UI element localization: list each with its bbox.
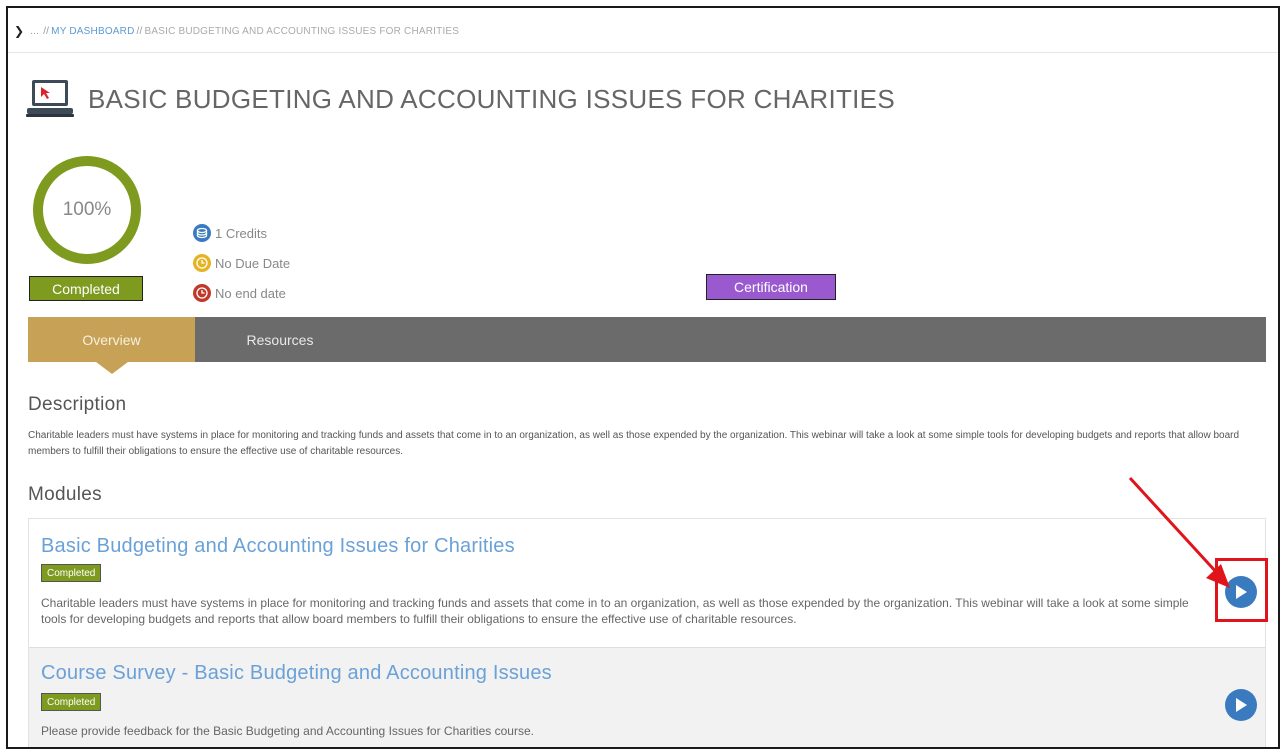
modules-heading: Modules <box>28 484 102 505</box>
breadcrumb-divider <box>8 52 1278 53</box>
laptop-icon <box>26 78 74 120</box>
course-header: BASIC BUDGETING AND ACCOUNTING ISSUES FO… <box>26 78 895 120</box>
coins-icon <box>193 224 211 242</box>
annotation-highlight-box <box>1215 558 1268 622</box>
clock-icon <box>193 284 211 302</box>
breadcrumb-ellipsis[interactable]: ... <box>30 26 39 37</box>
tab-resources[interactable]: Resources <box>195 317 365 362</box>
chevron-right-icon[interactable]: ❯ <box>14 24 24 38</box>
breadcrumb-current: BASIC BUDGETING AND ACCOUNTING ISSUES FO… <box>144 25 460 37</box>
module-status-badge: Completed <box>41 564 102 582</box>
module-status-badge: Completed <box>41 693 102 711</box>
module-title-link[interactable]: Course Survey - Basic Budgeting and Acco… <box>41 662 552 685</box>
module-description: Please provide feedback for the Basic Bu… <box>41 724 534 738</box>
play-icon[interactable] <box>1225 689 1257 721</box>
credits-info: 1 Credits <box>193 224 267 242</box>
breadcrumb-separator: // <box>136 25 143 37</box>
tab-bar: Overview Resources <box>28 317 1266 374</box>
description-heading: Description <box>28 394 127 415</box>
module-description: Charitable leaders must have systems in … <box>41 596 1189 626</box>
breadcrumb: ❯ ... // MY DASHBOARD // BASIC BUDGETING… <box>14 22 459 40</box>
list-item: Basic Budgeting and Accounting Issues fo… <box>29 519 1265 648</box>
tab-overview[interactable]: Overview <box>28 317 195 374</box>
list-item: Course Survey - Basic Budgeting and Acco… <box>29 648 1265 747</box>
progress-ring: 100% <box>33 156 141 264</box>
course-status-badge: Completed <box>29 276 143 301</box>
breadcrumb-separator: // <box>43 25 50 37</box>
description-text: Charitable leaders must have systems in … <box>28 430 1240 457</box>
credits-text: 1 Credits <box>215 225 268 241</box>
end-date-text: No end date <box>215 285 286 301</box>
progress-percentage: 100% <box>62 199 112 220</box>
due-date-info: No Due Date <box>193 254 290 272</box>
page-title: BASIC BUDGETING AND ACCOUNTING ISSUES FO… <box>88 83 895 114</box>
course-page: ❯ ... // MY DASHBOARD // BASIC BUDGETING… <box>6 6 1280 749</box>
module-title-link[interactable]: Basic Budgeting and Accounting Issues fo… <box>41 535 515 558</box>
end-date-info: No end date <box>193 284 286 302</box>
certification-button[interactable]: Certification <box>706 274 836 300</box>
modules-list: Basic Budgeting and Accounting Issues fo… <box>28 518 1266 747</box>
breadcrumb-dashboard-link[interactable]: MY DASHBOARD <box>51 26 134 37</box>
clock-icon <box>193 254 211 272</box>
due-date-text: No Due Date <box>215 255 291 271</box>
